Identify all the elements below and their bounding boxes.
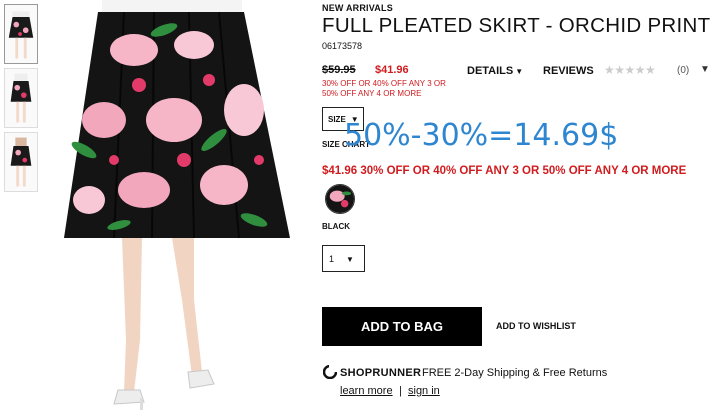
review-count: (0) <box>677 65 690 76</box>
swatch-pattern <box>326 185 354 213</box>
tab-reviews[interactable]: REVIEWS <box>543 65 594 77</box>
learn-more-link[interactable]: learn more <box>340 385 393 397</box>
tab-reviews-label: REVIEWS <box>543 65 594 77</box>
thumbnail-front-image <box>8 11 34 59</box>
product-main-image[interactable] <box>44 0 298 412</box>
add-to-wishlist-link[interactable]: ADD TO WISHLIST <box>496 321 576 331</box>
shoprunner-offer: FREE 2-Day Shipping & Free Returns <box>422 367 608 379</box>
thumbnail-back[interactable] <box>4 132 38 192</box>
thumbnail-back-image <box>10 137 32 187</box>
shoprunner-brand: SHOPRUNNER <box>340 367 422 379</box>
shoprunner-logo-icon <box>323 365 337 379</box>
handwritten-annotation: 50%-30%=14.69$ <box>344 118 619 153</box>
color-name: BLACK <box>322 222 350 231</box>
original-price: $59.95 <box>322 64 356 76</box>
chevron-down-icon: ▼ <box>346 255 354 264</box>
product-info-panel: NEW ARRIVALS FULL PLEATED SKIRT - ORCHID… <box>322 0 710 412</box>
thumbnail-front[interactable] <box>4 4 38 64</box>
sign-in-link[interactable]: sign in <box>408 385 440 397</box>
thumbnail-side-image <box>10 73 32 123</box>
sale-price: $41.96 <box>375 64 409 76</box>
color-swatch-black[interactable] <box>325 184 355 214</box>
product-sku: 06173578 <box>322 41 363 51</box>
link-separator: | <box>399 385 402 397</box>
add-to-bag-button[interactable]: ADD TO BAG <box>322 307 482 346</box>
product-title: FULL PLEATED SKIRT - ORCHID PRINT <box>322 14 710 37</box>
promo-text: 30% OFF OR 40% OFF ANY 3 OR 50% OFF ANY … <box>322 79 446 98</box>
promo-banner: $41.96 30% OFF OR 40% OFF ANY 3 OR 50% O… <box>322 165 687 177</box>
quantity-value: 1 <box>329 254 335 264</box>
thumbnail-list <box>4 4 40 196</box>
category-breadcrumb[interactable]: NEW ARRIVALS <box>322 3 393 13</box>
tab-details[interactable]: DETAILS ▼ <box>467 65 523 77</box>
thumbnail-side[interactable] <box>4 68 38 128</box>
chevron-down-icon[interactable]: ▼ <box>700 64 710 75</box>
chevron-down-icon: ▼ <box>515 67 524 76</box>
tab-details-label: DETAILS <box>467 65 514 77</box>
rating-stars-icon: ★★★★★ <box>604 63 656 77</box>
skirt-photo <box>64 0 290 410</box>
quantity-dropdown[interactable]: 1 ▼ <box>322 245 365 272</box>
